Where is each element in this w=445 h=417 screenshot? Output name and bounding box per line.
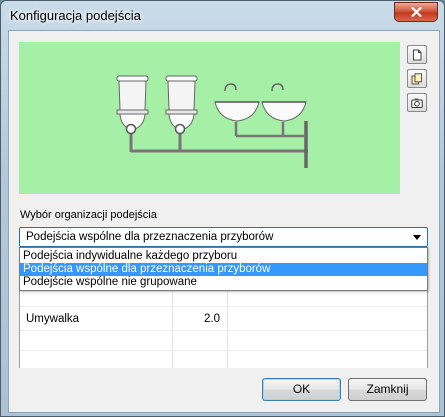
organization-options-list[interactable]: Podejścia indywidualne każdego przyboru … bbox=[19, 247, 428, 291]
snapshot-button[interactable] bbox=[407, 93, 427, 112]
copy-icon bbox=[411, 72, 422, 84]
option-shared-ungrouped[interactable]: Podejście wspólne nie grupowane bbox=[20, 276, 427, 289]
toilet-icon bbox=[116, 75, 149, 135]
window-close-button[interactable] bbox=[394, 2, 438, 22]
new-document-icon bbox=[413, 49, 422, 60]
camera-icon bbox=[411, 98, 423, 108]
washbasin-icon bbox=[261, 83, 307, 122]
ok-button[interactable]: OK bbox=[262, 378, 341, 401]
fixture-name-cell: Umywalka bbox=[26, 313, 80, 325]
dialog-window: Konfiguracja podejścia Wybór organizacji… bbox=[0, 0, 445, 417]
row-divider bbox=[20, 330, 427, 331]
connection-preview bbox=[19, 42, 400, 194]
close-icon bbox=[410, 7, 422, 17]
toilet-icon bbox=[165, 75, 198, 135]
dialog-client-area: Wybór organizacji podejścia Podejścia ws… bbox=[8, 30, 440, 413]
title-bar[interactable]: Konfiguracja podejścia bbox=[1, 1, 444, 31]
new-button[interactable] bbox=[407, 45, 427, 64]
fixtures-diagram bbox=[116, 75, 308, 168]
option-individual[interactable]: Podejścia indywidualne każdego przyboru bbox=[20, 250, 427, 263]
organization-label: Wybór organizacji podejścia bbox=[20, 209, 157, 221]
organization-select-value: Podejścia wspólne dla przeznaczenia przy… bbox=[26, 231, 274, 243]
washbasin-icon bbox=[214, 83, 260, 122]
chevron-down-icon[interactable] bbox=[413, 235, 421, 240]
row-divider bbox=[20, 350, 427, 351]
dialog-footer: OK Zamknij bbox=[9, 368, 439, 412]
option-shared-by-purpose[interactable]: Podejścia wspólne dla przeznaczenia przy… bbox=[20, 263, 427, 276]
pipe-network bbox=[129, 121, 308, 168]
window-title: Konfiguracja podejścia bbox=[10, 8, 141, 23]
organization-select[interactable]: Podejścia wspólne dla przeznaczenia przy… bbox=[19, 227, 428, 247]
fixture-value-cell: 2.0 bbox=[204, 313, 220, 325]
close-button[interactable]: Zamknij bbox=[348, 378, 427, 401]
row-divider bbox=[20, 306, 427, 307]
copy-button[interactable] bbox=[407, 69, 427, 88]
